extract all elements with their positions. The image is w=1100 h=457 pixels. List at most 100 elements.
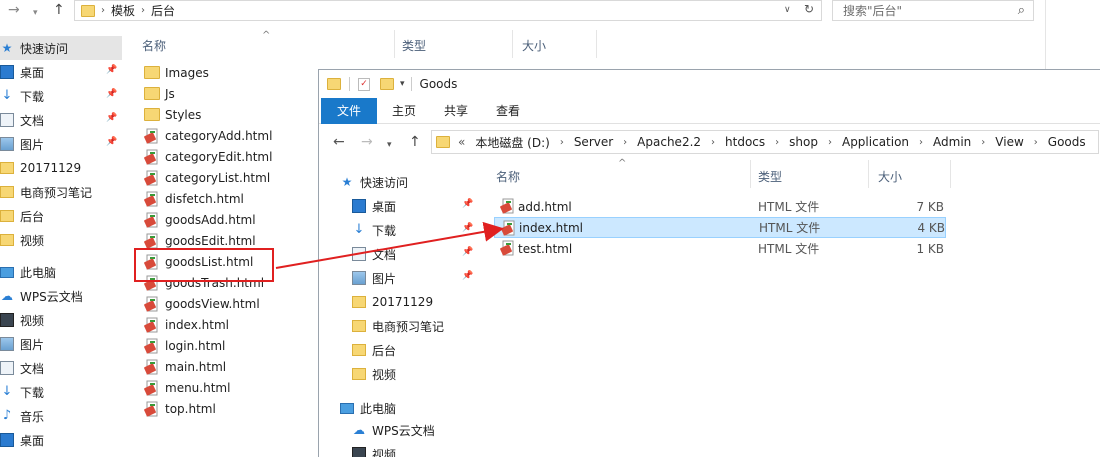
tab-share[interactable]: 共享 — [439, 98, 473, 124]
file-row[interactable]: goodsAdd.html — [144, 209, 256, 230]
pin-icon[interactable]: 📌 — [462, 223, 473, 233]
breadcrumb-separator-icon[interactable]: › — [560, 137, 564, 148]
breadcrumb-item[interactable]: Goods — [1048, 135, 1086, 149]
file-row[interactable]: Images — [144, 62, 209, 83]
overflow-chevron-icon[interactable]: « — [458, 135, 465, 149]
sidebar-item[interactable]: 文档 📌 — [0, 108, 122, 132]
breadcrumb-item[interactable]: Server — [574, 135, 613, 149]
column-divider[interactable] — [512, 30, 513, 58]
sidebar-item[interactable]: 桌面 📌 — [352, 194, 492, 218]
sidebar-item[interactable]: 图片 📌 — [352, 266, 492, 290]
sidebar-item[interactable]: ↓ 下载 📌 — [352, 218, 492, 242]
file-row[interactable]: Styles — [144, 104, 201, 125]
breadcrumb-separator-icon[interactable]: › — [981, 137, 985, 148]
sidebar-item[interactable]: ☁ WPS云文档 — [0, 284, 122, 308]
file-row[interactable]: disfetch.html — [144, 188, 244, 209]
search-input[interactable]: 搜索"后台" ⌕ — [832, 0, 1034, 21]
pin-icon[interactable]: 📌 — [462, 199, 473, 209]
tab-view[interactable]: 查看 — [491, 98, 525, 124]
breadcrumb-separator-icon[interactable]: › — [919, 137, 923, 148]
column-divider[interactable] — [950, 160, 951, 188]
file-row[interactable]: add.html HTML 文件 7 KB — [494, 196, 946, 217]
file-row[interactable]: test.html HTML 文件 1 KB — [494, 238, 946, 259]
column-size[interactable]: 大小 — [522, 37, 546, 54]
sidebar-item[interactable]: 图片 📌 — [0, 132, 122, 156]
sidebar-item[interactable]: 视频 — [352, 362, 492, 386]
file-row[interactable]: menu.html — [144, 377, 230, 398]
foreground-address-input[interactable]: « 本地磁盘 (D:) › Server › Apache2.2 › htdocs › shop… — [431, 130, 1099, 154]
breadcrumb-item[interactable]: 后台 — [151, 2, 175, 19]
breadcrumb-item[interactable]: htdocs — [725, 135, 765, 149]
background-address-input[interactable]: › 模板 › 后台 — [74, 0, 822, 21]
pin-icon[interactable]: 📌 — [106, 65, 117, 75]
column-divider[interactable] — [868, 160, 869, 188]
column-type[interactable]: 类型 — [402, 37, 426, 54]
file-row[interactable]: goodsView.html — [144, 293, 260, 314]
search-icon[interactable]: ⌕ — [1018, 3, 1025, 18]
sidebar-item[interactable]: ☁ WPS云文档 — [352, 418, 492, 442]
back-arrow-icon[interactable]: → — [8, 3, 20, 17]
sidebar-item[interactable]: ↓ 下载 📌 — [0, 84, 122, 108]
breadcrumb-item[interactable]: View — [995, 135, 1023, 149]
breadcrumb-item[interactable]: shop — [789, 135, 818, 149]
up-arrow-icon[interactable]: ↑ — [409, 135, 421, 149]
new-folder-icon[interactable] — [380, 78, 394, 90]
sidebar-item[interactable]: 桌面 📌 — [0, 60, 122, 84]
breadcrumb-item[interactable]: Application — [842, 135, 909, 149]
recent-chevron-icon[interactable]: ▾ — [387, 138, 392, 152]
sidebar-item[interactable]: 图片 — [0, 332, 122, 356]
file-row[interactable]: main.html — [144, 356, 226, 377]
sidebar-item[interactable]: 20171129 — [0, 156, 122, 180]
breadcrumb-separator-icon[interactable]: › — [775, 137, 779, 148]
sidebar-item[interactable]: 20171129 — [352, 290, 492, 314]
file-row[interactable]: index.html HTML 文件 4 KB — [494, 217, 946, 238]
breadcrumb-item[interactable]: 本地磁盘 (D:) — [475, 134, 549, 151]
breadcrumb-separator-icon[interactable]: › — [623, 137, 627, 148]
sidebar-item[interactable]: 此电脑 — [340, 396, 480, 420]
breadcrumb-item[interactable]: Admin — [933, 135, 971, 149]
file-row[interactable]: categoryEdit.html — [144, 146, 272, 167]
breadcrumb-separator-icon[interactable]: › — [711, 137, 715, 148]
sidebar-item[interactable]: 视频 — [0, 308, 122, 332]
file-row[interactable]: categoryAdd.html — [144, 125, 272, 146]
column-divider[interactable] — [394, 30, 395, 58]
recent-chevron-icon[interactable]: ▾ — [33, 6, 38, 20]
file-row[interactable]: categoryList.html — [144, 167, 270, 188]
tab-home[interactable]: 主页 — [387, 98, 421, 124]
column-name[interactable]: 名称 — [142, 37, 166, 54]
sidebar-item[interactable]: 电商预习笔记 — [352, 314, 492, 338]
forward-arrow-icon[interactable]: → — [361, 135, 373, 149]
breadcrumb-separator-icon[interactable]: › — [828, 137, 832, 148]
column-divider[interactable] — [596, 30, 597, 58]
file-row[interactable]: index.html — [144, 314, 229, 335]
sidebar-item[interactable]: 文档 — [0, 356, 122, 380]
pin-icon[interactable]: 📌 — [462, 247, 473, 257]
pin-icon[interactable]: 📌 — [106, 113, 117, 123]
column-type[interactable]: 类型 — [758, 168, 782, 185]
pin-icon[interactable]: 📌 — [106, 137, 117, 147]
file-row[interactable]: Js — [144, 83, 175, 104]
sidebar-item[interactable]: 文档 📌 — [352, 242, 492, 266]
up-arrow-icon[interactable]: ↑ — [53, 3, 65, 17]
sidebar-item[interactable]: 视频 — [352, 442, 492, 457]
address-dropdown-icon[interactable]: ∨ — [784, 5, 791, 15]
column-size[interactable]: 大小 — [878, 168, 902, 185]
breadcrumb-item[interactable]: 模板 — [111, 2, 135, 19]
sidebar-item[interactable]: 电商预习笔记 — [0, 180, 122, 204]
back-arrow-icon[interactable]: ← — [333, 135, 345, 149]
sidebar-item[interactable]: 视频 — [0, 228, 122, 252]
file-row[interactable]: login.html — [144, 335, 225, 356]
breadcrumb-item[interactable]: Apache2.2 — [637, 135, 701, 149]
sidebar-item[interactable]: ♪ 音乐 — [0, 404, 122, 428]
sidebar-item[interactable]: 桌面 — [0, 428, 122, 452]
column-name[interactable]: 名称 — [496, 168, 520, 185]
sidebar-item[interactable]: ★ 快速访问 — [340, 170, 480, 194]
sidebar-item[interactable]: 后台 — [0, 204, 122, 228]
file-row[interactable]: top.html — [144, 398, 216, 419]
customize-toolbar-icon[interactable]: ▾ — [400, 79, 405, 89]
sidebar-item[interactable]: 此电脑 — [0, 260, 122, 284]
column-divider[interactable] — [750, 160, 751, 188]
sidebar-item[interactable]: ★ 快速访问 — [0, 36, 122, 60]
sidebar-item[interactable]: ↓ 下载 — [0, 380, 122, 404]
pin-icon[interactable]: 📌 — [106, 89, 117, 99]
